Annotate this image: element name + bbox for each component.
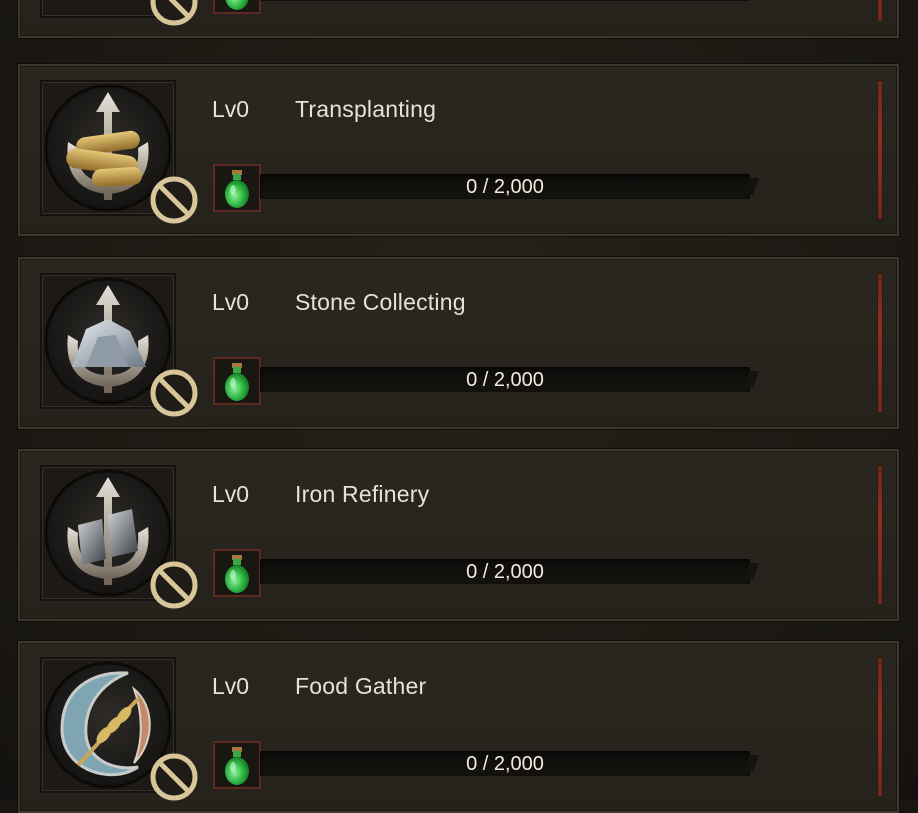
green-potion-icon	[213, 741, 261, 789]
skill-name: Iron Refinery	[295, 481, 430, 507]
prohibited-icon	[150, 561, 198, 609]
prohibited-icon	[150, 369, 198, 417]
skill-name: Food Gather	[295, 673, 427, 699]
side-indicator	[877, 657, 883, 797]
skill-card-3[interactable]: Lv0 Stone Collecting 0 / 2,000	[18, 257, 899, 429]
skill-level: Lv0	[212, 289, 250, 315]
prohibited-icon	[150, 176, 198, 224]
progress-bar: 0 / 2,000	[260, 367, 750, 392]
progress-bar: 0 / 2,000	[260, 559, 750, 584]
green-potion-icon	[213, 549, 261, 597]
skill-card-1[interactable]: Lv0 0 / 2,000	[18, 0, 899, 38]
green-potion-icon	[213, 164, 261, 212]
side-indicator	[877, 80, 883, 220]
green-potion-icon	[213, 0, 261, 14]
progress-text: 0 / 2,000	[466, 176, 544, 198]
skill-card-5[interactable]: Lv0 Food Gather 0 / 2,000	[18, 641, 899, 813]
skill-name: Transplanting	[295, 96, 437, 122]
skill-card-4[interactable]: Lv0 Iron Refinery 0 / 2,000	[18, 449, 899, 621]
green-potion-icon	[213, 357, 261, 405]
progress-text: 0 / 2,000	[466, 753, 544, 775]
prohibited-icon	[150, 753, 198, 801]
side-indicator	[877, 273, 883, 413]
prohibited-icon	[150, 0, 198, 26]
progress-bar: 0 / 2,000	[260, 174, 750, 199]
side-indicator	[877, 465, 883, 605]
skill-level: Lv0	[212, 96, 250, 122]
skill-level: Lv0	[212, 673, 250, 699]
side-indicator	[877, 0, 883, 22]
skill-name: Stone Collecting	[295, 289, 466, 315]
progress-bar: 0 / 2,000	[260, 0, 750, 1]
progress-text: 0 / 2,000	[260, 0, 750, 1]
skill-card-2[interactable]: Lv0 Transplanting 0 / 2,000	[18, 64, 899, 236]
progress-bar: 0 / 2,000	[260, 751, 750, 776]
skill-level: Lv0	[212, 481, 250, 507]
progress-text: 0 / 2,000	[466, 561, 544, 583]
progress-text: 0 / 2,000	[466, 369, 544, 391]
